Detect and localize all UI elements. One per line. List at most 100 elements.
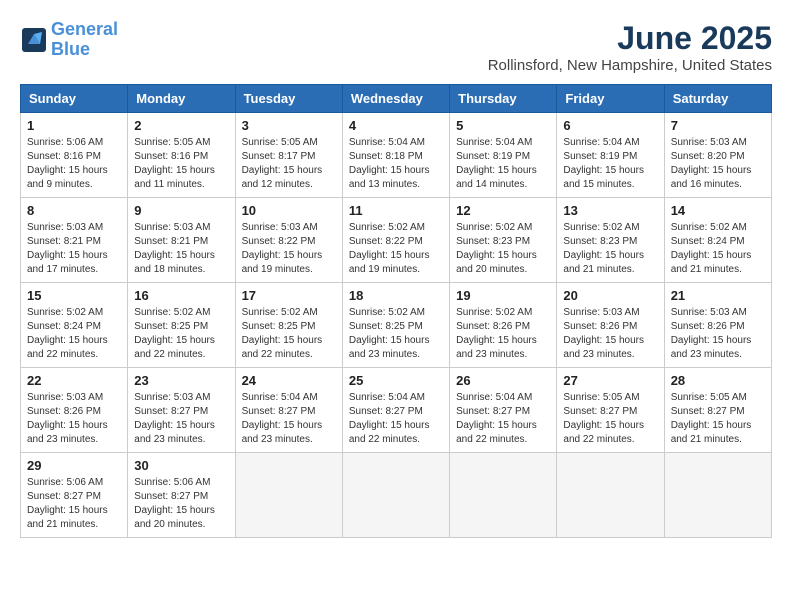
day-info: Sunrise: 5:05 AMSunset: 8:27 PMDaylight:… [563,391,657,447]
day-info: Sunrise: 5:03 AMSunset: 8:27 PMDaylight:… [134,391,228,447]
calendar-cell: 16Sunrise: 5:02 AMSunset: 8:25 PMDayligh… [128,283,235,368]
day-number: 10 [242,203,336,218]
day-info: Sunrise: 5:03 AMSunset: 8:20 PMDaylight:… [671,136,765,192]
weekday-header-monday: Monday [128,85,235,113]
day-info: Sunrise: 5:03 AMSunset: 8:21 PMDaylight:… [134,221,228,277]
day-number: 16 [134,288,228,303]
day-info: Sunrise: 5:02 AMSunset: 8:23 PMDaylight:… [456,221,550,277]
day-number: 26 [456,373,550,388]
calendar-cell: 30 Sunrise: 5:06 AMSunset: 8:27 PMDayligh… [128,453,235,538]
calendar-cell: 6 Sunrise: 5:04 AMSunset: 8:19 PMDaylight… [557,113,664,198]
day-info: Sunrise: 5:05 AMSunset: 8:16 PMDaylight:… [134,136,228,192]
calendar-cell: 8 Sunrise: 5:03 AMSunset: 8:21 PMDaylight… [21,198,128,283]
day-info: Sunrise: 5:02 AMSunset: 8:26 PMDaylight:… [456,306,550,362]
logo: General Blue [20,20,118,60]
day-info: Sunrise: 5:02 AMSunset: 8:25 PMDaylight:… [349,306,443,362]
day-number: 22 [27,373,121,388]
day-number: 15 [27,288,121,303]
day-info: Sunrise: 5:06 AMSunset: 8:16 PMDaylight:… [27,136,121,192]
day-number: 14 [671,203,765,218]
day-info: Sunrise: 5:04 AMSunset: 8:27 PMDaylight:… [349,391,443,447]
weekday-header-thursday: Thursday [450,85,557,113]
calendar-cell: 15 Sunrise: 5:02 AMSunset: 8:24 PMDayligh… [21,283,128,368]
weekday-header-tuesday: Tuesday [235,85,342,113]
calendar-cell [342,453,449,538]
day-number: 12 [456,203,550,218]
day-info: Sunrise: 5:03 AMSunset: 8:26 PMDaylight:… [671,306,765,362]
weekday-header-saturday: Saturday [664,85,771,113]
calendar-cell: 27 Sunrise: 5:05 AMSunset: 8:27 PMDayligh… [557,368,664,453]
day-number: 2 [134,118,228,133]
calendar-cell: 25 Sunrise: 5:04 AMSunset: 8:27 PMDayligh… [342,368,449,453]
day-number: 13 [563,203,657,218]
day-number: 8 [27,203,121,218]
day-number: 19 [456,288,550,303]
day-info: Sunrise: 5:04 AMSunset: 8:19 PMDaylight:… [563,136,657,192]
weekday-header-row: SundayMondayTuesdayWednesdayThursdayFrid… [21,85,772,113]
calendar-table: SundayMondayTuesdayWednesdayThursdayFrid… [20,84,772,538]
day-info: Sunrise: 5:04 AMSunset: 8:27 PMDaylight:… [456,391,550,447]
week-row-2: 8 Sunrise: 5:03 AMSunset: 8:21 PMDaylight… [21,198,772,283]
day-info: Sunrise: 5:02 AMSunset: 8:23 PMDaylight:… [563,221,657,277]
day-info: Sunrise: 5:04 AMSunset: 8:18 PMDaylight:… [349,136,443,192]
calendar-cell: 24 Sunrise: 5:04 AMSunset: 8:27 PMDayligh… [235,368,342,453]
day-info: Sunrise: 5:04 AMSunset: 8:27 PMDaylight:… [242,391,336,447]
day-number: 1 [27,118,121,133]
weekday-header-wednesday: Wednesday [342,85,449,113]
calendar-cell: 12 Sunrise: 5:02 AMSunset: 8:23 PMDayligh… [450,198,557,283]
location: Rollinsford, New Hampshire, United State… [488,57,772,74]
day-info: Sunrise: 5:03 AMSunset: 8:21 PMDaylight:… [27,221,121,277]
page-header: General Blue June 2025 Rollinsford, New … [20,20,772,74]
weekday-header-friday: Friday [557,85,664,113]
calendar-cell: 9 Sunrise: 5:03 AMSunset: 8:21 PMDaylight… [128,198,235,283]
calendar-cell: 11 Sunrise: 5:02 AMSunset: 8:22 PMDayligh… [342,198,449,283]
logo-general: General [51,19,118,39]
logo-text: General Blue [51,20,118,60]
calendar-cell [557,453,664,538]
calendar-cell: 13 Sunrise: 5:02 AMSunset: 8:23 PMDayligh… [557,198,664,283]
day-info: Sunrise: 5:06 AMSunset: 8:27 PMDaylight:… [134,476,228,532]
calendar-cell [450,453,557,538]
day-number: 11 [349,203,443,218]
calendar-cell: 26 Sunrise: 5:04 AMSunset: 8:27 PMDayligh… [450,368,557,453]
calendar-cell: 3Sunrise: 5:05 AMSunset: 8:17 PMDaylight… [235,113,342,198]
day-number: 25 [349,373,443,388]
calendar-cell: 23Sunrise: 5:03 AMSunset: 8:27 PMDayligh… [128,368,235,453]
calendar-cell [235,453,342,538]
day-number: 20 [563,288,657,303]
calendar-cell: 1 Sunrise: 5:06 AMSunset: 8:16 PMDaylight… [21,113,128,198]
day-number: 27 [563,373,657,388]
calendar-cell: 20 Sunrise: 5:03 AMSunset: 8:26 PMDayligh… [557,283,664,368]
calendar-cell: 29Sunrise: 5:06 AMSunset: 8:27 PMDayligh… [21,453,128,538]
day-number: 3 [242,118,336,133]
day-number: 30 [134,458,228,473]
day-info: Sunrise: 5:03 AMSunset: 8:22 PMDaylight:… [242,221,336,277]
day-info: Sunrise: 5:06 AMSunset: 8:27 PMDaylight:… [27,476,121,532]
day-number: 24 [242,373,336,388]
day-number: 18 [349,288,443,303]
week-row-4: 22Sunrise: 5:03 AMSunset: 8:26 PMDayligh… [21,368,772,453]
day-number: 6 [563,118,657,133]
day-number: 17 [242,288,336,303]
logo-icon [20,26,48,54]
day-info: Sunrise: 5:03 AMSunset: 8:26 PMDaylight:… [563,306,657,362]
day-number: 21 [671,288,765,303]
calendar-cell: 10 Sunrise: 5:03 AMSunset: 8:22 PMDayligh… [235,198,342,283]
day-info: Sunrise: 5:02 AMSunset: 8:24 PMDaylight:… [27,306,121,362]
day-info: Sunrise: 5:02 AMSunset: 8:25 PMDaylight:… [242,306,336,362]
calendar-cell [664,453,771,538]
day-info: Sunrise: 5:04 AMSunset: 8:19 PMDaylight:… [456,136,550,192]
week-row-1: 1 Sunrise: 5:06 AMSunset: 8:16 PMDaylight… [21,113,772,198]
day-number: 28 [671,373,765,388]
calendar-cell: 21 Sunrise: 5:03 AMSunset: 8:26 PMDayligh… [664,283,771,368]
week-row-5: 29Sunrise: 5:06 AMSunset: 8:27 PMDayligh… [21,453,772,538]
calendar-cell: 22Sunrise: 5:03 AMSunset: 8:26 PMDayligh… [21,368,128,453]
day-info: Sunrise: 5:02 AMSunset: 8:22 PMDaylight:… [349,221,443,277]
day-number: 4 [349,118,443,133]
calendar-cell: 2 Sunrise: 5:05 AMSunset: 8:16 PMDaylight… [128,113,235,198]
calendar-cell: 18 Sunrise: 5:02 AMSunset: 8:25 PMDayligh… [342,283,449,368]
day-number: 5 [456,118,550,133]
day-info: Sunrise: 5:05 AMSunset: 8:27 PMDaylight:… [671,391,765,447]
day-number: 9 [134,203,228,218]
calendar-cell: 7Sunrise: 5:03 AMSunset: 8:20 PMDaylight… [664,113,771,198]
